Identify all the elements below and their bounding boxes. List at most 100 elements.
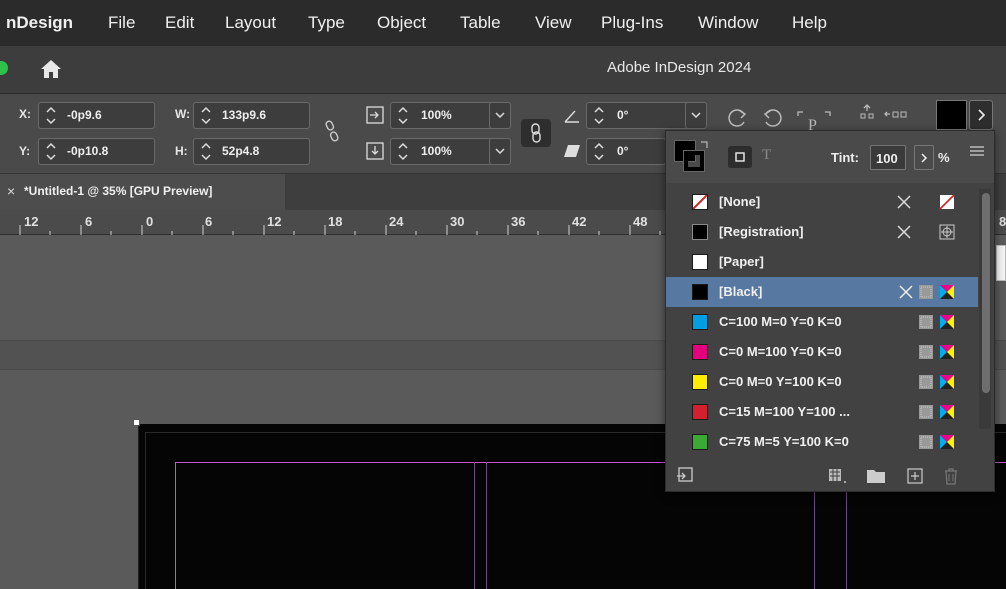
delete-swatch-icon[interactable] [942, 466, 960, 486]
swatches-scrollbar-thumb[interactable] [982, 193, 990, 393]
document-tab[interactable]: × *Untitled-1 @ 35% [GPU Preview] [0, 174, 285, 210]
height-field[interactable]: 52p4.8 [193, 138, 310, 165]
process-color-icon [919, 405, 933, 419]
rotation-angle-icon [564, 110, 579, 123]
width-value: 133p9.6 [222, 108, 267, 122]
shear-angle-field[interactable]: 0° [586, 138, 666, 165]
scale-x-dropdown[interactable] [489, 102, 511, 129]
swatch-row-magenta[interactable]: C=0 M=100 Y=0 K=0 [666, 337, 978, 367]
formatting-text-icon[interactable]: T [762, 147, 771, 164]
scale-x-field[interactable]: 100% [390, 102, 494, 129]
fill-color-swatch[interactable] [936, 100, 967, 130]
show-swatch-kinds-icon[interactable] [828, 467, 848, 485]
height-stepper-icon[interactable] [197, 138, 215, 165]
menu-object[interactable]: Object [377, 13, 426, 33]
none-swatch-chip [692, 194, 708, 210]
shear-stepper-icon[interactable] [590, 138, 608, 165]
tint-slider-button[interactable] [914, 145, 934, 170]
swatch-name: [Paper] [719, 254, 764, 269]
swatch-row-none[interactable]: [None] [666, 187, 978, 217]
scale-x-stepper-icon[interactable] [394, 102, 412, 129]
cmyk-mode-icon [940, 435, 954, 449]
window-zoom-button[interactable] [0, 61, 8, 75]
scale-x-icon [366, 106, 384, 124]
process-color-icon [919, 375, 933, 389]
chevron-down-icon [495, 148, 505, 155]
place-swatches-icon[interactable] [676, 467, 694, 485]
menu-edit[interactable]: Edit [165, 13, 194, 33]
registration-color-icon [939, 224, 955, 240]
scale-y-stepper-icon[interactable] [394, 138, 412, 165]
menu-layout[interactable]: Layout [225, 13, 276, 33]
x-stepper-icon[interactable] [42, 102, 60, 129]
rotation-stepper-icon[interactable] [590, 102, 608, 129]
swatch-row-cyan[interactable]: C=100 M=0 Y=0 K=0 [666, 307, 978, 337]
pasteboard-object-edge [996, 245, 1006, 281]
width-field[interactable]: 133p9.6 [193, 102, 310, 129]
rotation-angle-dropdown[interactable] [685, 102, 707, 129]
menu-help[interactable]: Help [792, 13, 827, 33]
shear-angle-icon [564, 145, 580, 157]
swatch-row-paper[interactable]: [Paper] [666, 247, 978, 277]
container-icon [735, 152, 745, 162]
title-bar: Adobe InDesign 2024 [0, 46, 1006, 94]
x-field[interactable]: -0p9.6 [38, 102, 155, 129]
stroke-proxy[interactable] [683, 150, 705, 172]
scale-y-field[interactable]: 100% [390, 138, 494, 165]
flip-icon[interactable]: P [796, 110, 832, 132]
scale-y-value: 100% [421, 144, 452, 158]
panel-menu-icon[interactable] [969, 145, 985, 157]
swatch-name: C=0 M=0 Y=100 K=0 [719, 374, 842, 389]
shear-angle-value: 0° [617, 144, 629, 158]
swatch-row-registration[interactable]: [Registration] [666, 217, 978, 247]
document-tab-title[interactable]: *Untitled-1 @ 35% [GPU Preview] [24, 184, 212, 198]
rotation-angle-field[interactable]: 0° [586, 102, 694, 129]
select-previous-object-icon[interactable] [884, 104, 910, 126]
menu-view[interactable]: View [535, 13, 572, 33]
tint-value: 100 [876, 151, 898, 166]
swatch-row-yellow[interactable]: C=0 M=0 Y=100 K=0 [666, 367, 978, 397]
formatting-container-button[interactable] [728, 146, 752, 168]
swatch-row-black[interactable]: [Black] [666, 277, 978, 307]
swatch-row-red[interactable]: C=15 M=100 Y=100 ... [666, 397, 978, 427]
select-container-icon[interactable] [856, 104, 878, 126]
constrain-scale-button[interactable] [521, 119, 551, 147]
scale-y-dropdown[interactable] [489, 138, 511, 165]
rotate-counterclockwise-icon[interactable] [760, 106, 786, 128]
menu-type[interactable]: Type [308, 13, 345, 33]
cmyk-mode-icon [940, 285, 954, 299]
swap-fill-stroke-icon[interactable] [700, 139, 710, 149]
red-swatch-chip [692, 404, 708, 420]
non-editable-icon [897, 225, 911, 239]
swatch-name: C=75 M=5 Y=100 K=0 [719, 434, 849, 449]
menu-app-name[interactable]: nDesign [6, 13, 73, 33]
control-panel-more-button[interactable] [969, 100, 993, 130]
y-stepper-icon[interactable] [42, 138, 60, 165]
menu-file[interactable]: File [108, 13, 135, 33]
chevron-down-icon [495, 112, 505, 119]
constrain-proportions-icon[interactable] [322, 118, 342, 144]
link-icon [531, 123, 541, 143]
black-swatch-chip [692, 284, 708, 300]
rotate-clockwise-icon[interactable] [724, 106, 750, 128]
new-color-group-icon[interactable] [866, 468, 886, 484]
x-value: -0p9.6 [67, 108, 102, 122]
close-tab-icon[interactable]: × [7, 183, 15, 199]
none-slash-icon [692, 194, 708, 210]
swatch-row-green[interactable]: C=75 M=5 Y=100 K=0 [666, 427, 978, 457]
selection-handle[interactable] [133, 419, 140, 426]
paper-swatch-chip [692, 254, 708, 270]
swatch-name: [Black] [719, 284, 763, 299]
swatches-panel-header: T Tint: 100 % [666, 131, 994, 183]
menu-table[interactable]: Table [460, 13, 501, 33]
width-stepper-icon[interactable] [197, 102, 215, 129]
home-icon[interactable] [39, 58, 63, 80]
scale-x-value: 100% [421, 108, 452, 122]
new-swatch-icon[interactable] [906, 467, 924, 485]
process-color-icon [919, 435, 933, 449]
menu-plug-ins[interactable]: Plug-Ins [601, 13, 663, 33]
tint-field[interactable]: 100 [870, 145, 906, 170]
y-field[interactable]: -0p10.8 [38, 138, 155, 165]
swatches-panel: T Tint: 100 % [None] [Registration] [Pap… [665, 130, 995, 492]
menu-window[interactable]: Window [698, 13, 758, 33]
